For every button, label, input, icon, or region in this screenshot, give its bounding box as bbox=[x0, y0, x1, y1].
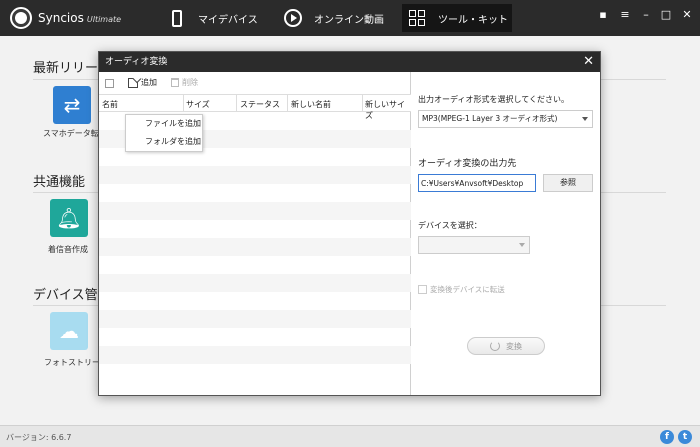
maximize-icon[interactable]: □ bbox=[659, 8, 673, 22]
table-row bbox=[99, 364, 411, 382]
column-divider bbox=[362, 95, 363, 112]
brand-name: Syncios bbox=[38, 11, 84, 25]
transfer-icon[interactable]: ⇄ bbox=[53, 86, 91, 124]
table-row bbox=[99, 274, 411, 292]
column-divider bbox=[236, 95, 237, 112]
table-row bbox=[99, 238, 411, 256]
section-title-device: デバイス管 bbox=[33, 288, 98, 303]
facebook-icon[interactable]: f bbox=[660, 430, 674, 444]
dialog-title-bar: オーディオ変換 ✕ bbox=[99, 52, 600, 72]
device-select[interactable] bbox=[418, 236, 530, 254]
column-status[interactable]: ステータス bbox=[240, 99, 280, 110]
tab-online-video[interactable]: オンライン動画 bbox=[284, 4, 394, 32]
message-icon[interactable]: ▪ bbox=[596, 8, 610, 22]
column-divider bbox=[183, 95, 184, 112]
bell-icon[interactable]: 🔔︎ bbox=[50, 199, 88, 237]
close-icon[interactable]: ✕ bbox=[680, 8, 694, 22]
close-icon[interactable]: ✕ bbox=[583, 52, 594, 72]
device-label: デバイスを選択： bbox=[418, 221, 482, 230]
add-button-label: 追加 bbox=[141, 78, 157, 87]
menu-item-add-file[interactable]: ファイルを追加 bbox=[126, 115, 202, 133]
trash-icon bbox=[171, 78, 179, 87]
output-path-input[interactable] bbox=[418, 174, 536, 192]
section-title-common: 共通機能 bbox=[33, 175, 86, 190]
table-row bbox=[99, 256, 411, 274]
minimize-icon[interactable]: – bbox=[639, 8, 653, 22]
table-row bbox=[99, 292, 411, 310]
app-brand: Syncios Ultimate bbox=[38, 11, 121, 25]
sync-icon bbox=[490, 341, 500, 351]
add-button[interactable]: 追加 bbox=[128, 77, 157, 88]
table-row bbox=[99, 202, 411, 220]
tab-my-devices[interactable]: マイデバイス bbox=[168, 4, 278, 32]
chevron-down-icon bbox=[519, 243, 525, 247]
table-row bbox=[99, 346, 411, 364]
column-new-name[interactable]: 新しい名前 bbox=[291, 99, 331, 110]
transfer-option[interactable]: 変換後デバイスに転送 bbox=[418, 284, 505, 295]
table-row bbox=[99, 310, 411, 328]
delete-button-label: 削除 bbox=[182, 78, 198, 87]
table-row bbox=[99, 220, 411, 238]
twitter-icon[interactable]: t bbox=[678, 430, 692, 444]
cloud-icon[interactable]: ☁ bbox=[50, 312, 88, 350]
version-text: バージョン: 6.6.7 bbox=[6, 433, 72, 442]
top-bar: Syncios Ultimate マイデバイス オンライン動画 ツール・キット ▪… bbox=[0, 0, 700, 36]
transfer-checkbox[interactable] bbox=[418, 285, 427, 294]
column-size[interactable]: サイズ bbox=[186, 99, 210, 110]
phone-icon bbox=[168, 8, 186, 28]
file-table-header: 名前 サイズ ステータス 新しい名前 新しいサイズ bbox=[99, 94, 411, 120]
table-row bbox=[99, 328, 411, 346]
format-label: 出力オーディオ形式を選択してください。 bbox=[418, 95, 569, 104]
tab-toolkit[interactable]: ツール・キット bbox=[402, 4, 512, 32]
select-all-checkbox[interactable] bbox=[105, 79, 114, 88]
add-dropdown-menu: ファイルを追加 フォルダを追加 bbox=[125, 114, 203, 152]
table-row bbox=[99, 166, 411, 184]
brand-edition: Ultimate bbox=[86, 15, 122, 24]
delete-button[interactable]: 削除 bbox=[171, 77, 198, 88]
play-icon bbox=[284, 8, 302, 28]
browse-button[interactable]: 参照 bbox=[543, 174, 593, 192]
transfer-label: 変換後デバイスに転送 bbox=[430, 285, 505, 294]
menu-item-add-folder[interactable]: フォルダを追加 bbox=[126, 133, 202, 151]
table-row bbox=[99, 184, 411, 202]
file-list-pane: 追加 削除 名前 サイズ ステータス 新しい名前 新しいサイズ ファイルを追加 … bbox=[99, 72, 411, 395]
column-divider bbox=[287, 95, 288, 112]
file-toolbar: 追加 削除 bbox=[99, 72, 411, 94]
chevron-down-icon bbox=[582, 117, 588, 121]
menu-icon[interactable]: ≡ bbox=[618, 8, 632, 22]
add-file-icon bbox=[128, 77, 138, 88]
syncios-logo-icon bbox=[10, 7, 32, 29]
tab-toolkit-label: ツール・キット bbox=[438, 14, 508, 26]
output-label: オーディオ変換の出力先 bbox=[418, 159, 517, 169]
dialog-title: オーディオ変換 bbox=[105, 57, 168, 67]
convert-button[interactable]: 変換 bbox=[467, 337, 545, 355]
toolkit-icon bbox=[408, 8, 426, 28]
tile-label-ringtone: 着信音作成 bbox=[48, 245, 88, 254]
tab-my-devices-label: マイデバイス bbox=[198, 14, 258, 26]
convert-settings-pane: 出力オーディオ形式を選択してください。 MP3(MPEG-1 Layer 3 オ… bbox=[412, 72, 600, 395]
format-select[interactable]: MP3(MPEG-1 Layer 3 オーディオ形式) bbox=[418, 110, 593, 128]
audio-convert-dialog: オーディオ変換 ✕ 追加 削除 名前 サイズ ステータス 新しい名前 新しいサイ… bbox=[98, 51, 601, 396]
format-select-value: MP3(MPEG-1 Layer 3 オーディオ形式) bbox=[422, 114, 558, 123]
tab-online-video-label: オンライン動画 bbox=[314, 14, 384, 26]
status-bar: バージョン: 6.6.7 f t bbox=[0, 425, 700, 447]
section-title-new-release: 最新リリー bbox=[33, 61, 99, 76]
convert-button-label: 変換 bbox=[506, 341, 522, 351]
column-name[interactable]: 名前 bbox=[102, 99, 118, 110]
